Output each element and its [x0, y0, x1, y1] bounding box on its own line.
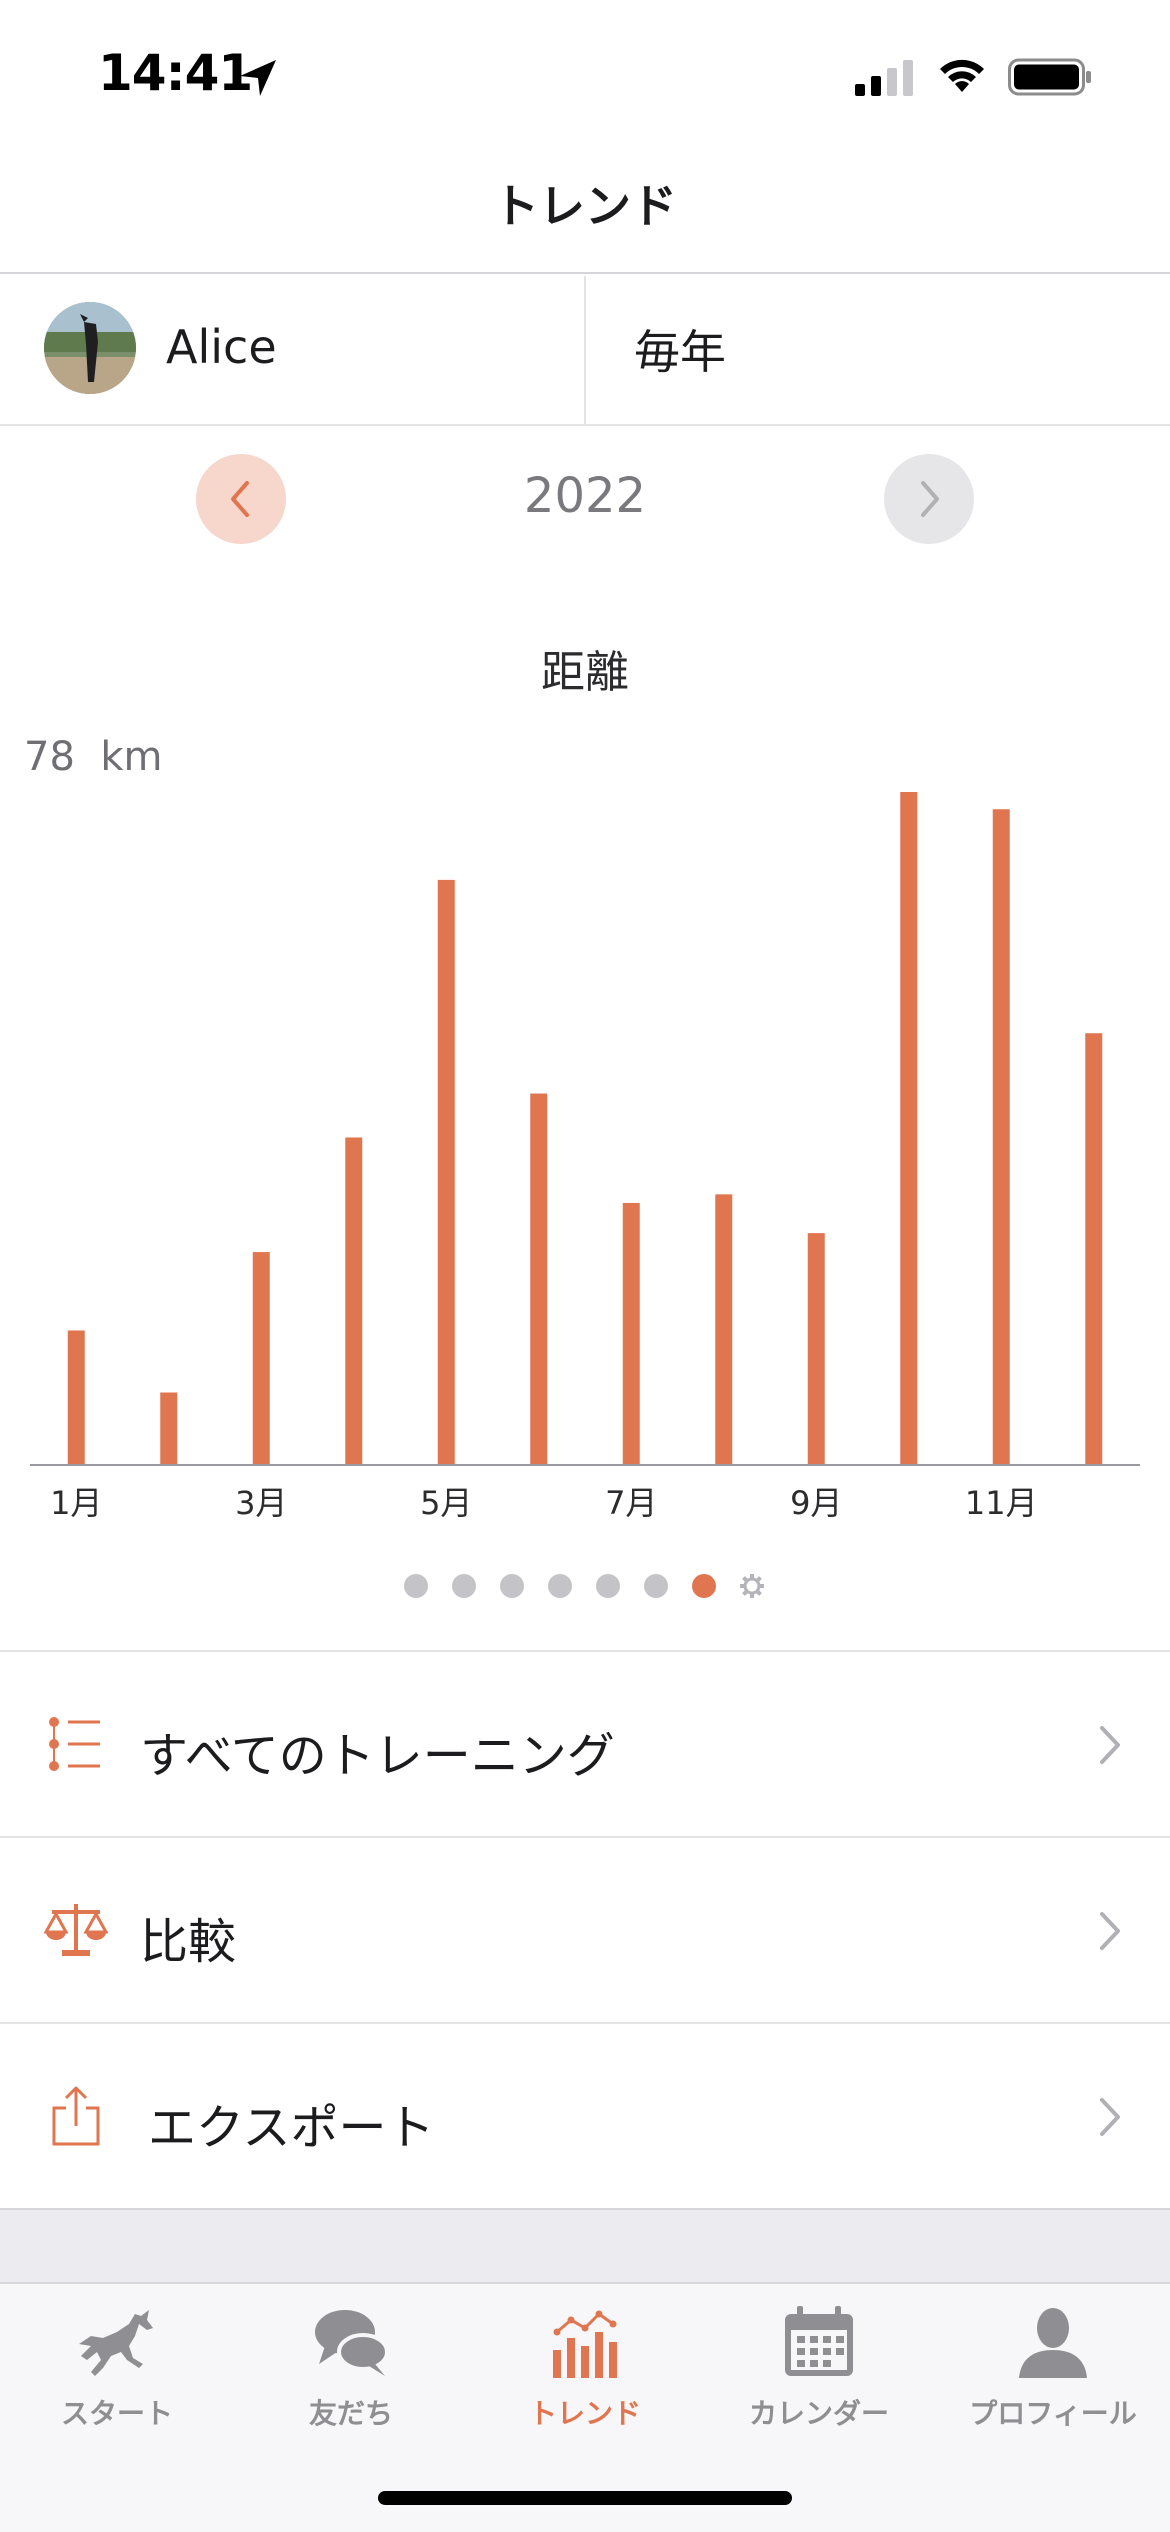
chart-bar-11[interactable] — [992, 809, 1010, 1464]
chart-bar-9[interactable] — [807, 1233, 825, 1464]
year-nav: 2022 — [0, 440, 1170, 560]
page-title: トレンド — [493, 179, 677, 233]
menu-label: エクスポート — [148, 2100, 435, 2156]
chart-bar-4[interactable] — [345, 1137, 363, 1464]
person-icon — [1019, 2308, 1087, 2378]
list-icon — [49, 1717, 100, 1771]
chart-bar-1[interactable] — [67, 1330, 85, 1464]
menu-item-compare[interactable]: 比較 — [0, 1838, 1170, 2022]
avatar — [44, 302, 136, 394]
chart-title: 距離 — [541, 647, 629, 698]
chevron-right-icon — [1100, 1912, 1120, 1950]
selector-divider — [0, 424, 1170, 426]
menu-label: すべてのトレーニング — [140, 1728, 615, 1784]
period-selector[interactable]: 毎年 — [586, 276, 1170, 424]
distance-bar-chart[interactable]: 1月 3月 5月 7月 9月 11月 — [0, 770, 1170, 1530]
status-time: 14:41 — [98, 44, 253, 102]
page-dot[interactable] — [692, 1574, 716, 1598]
page-dot[interactable] — [452, 1574, 476, 1598]
location-arrow-icon — [240, 60, 276, 96]
page-dot[interactable] — [548, 1574, 572, 1598]
menu-label: 比較 — [140, 1914, 237, 1970]
menu-item-export[interactable]: エクスポート — [0, 2024, 1170, 2208]
chat-bubbles-icon — [315, 2310, 389, 2376]
horse-icon — [79, 2310, 153, 2376]
gear-icon[interactable] — [740, 1574, 764, 1598]
header-divider — [0, 272, 1170, 274]
home-indicator — [378, 2491, 792, 2505]
chart-tick-label: 5月 — [420, 1484, 472, 1522]
cellular-signal-icon — [855, 60, 913, 96]
menu-item-all-trainings[interactable]: すべてのトレーニング — [0, 1652, 1170, 1836]
chart-tick-label: 3月 — [235, 1484, 287, 1522]
next-year-button[interactable] — [884, 454, 974, 544]
chart-tick-label: 1月 — [50, 1484, 102, 1522]
share-icon — [52, 2086, 100, 2146]
chevron-right-icon — [1100, 1726, 1120, 1764]
tab-trends[interactable]: トレンド — [468, 2284, 702, 2444]
chart-bar-5[interactable] — [437, 879, 455, 1464]
page-dot[interactable] — [500, 1574, 524, 1598]
tab-friends[interactable]: 友だち — [234, 2284, 468, 2444]
chart-bar-7[interactable] — [622, 1202, 640, 1464]
tab-profile[interactable]: プロフィール — [936, 2284, 1170, 2444]
page-dot[interactable] — [596, 1574, 620, 1598]
chevron-right-icon — [921, 481, 939, 517]
scales-icon — [44, 1904, 108, 1956]
chart-bar-3[interactable] — [252, 1252, 270, 1464]
chart-bar-6[interactable] — [530, 1093, 548, 1464]
tab-label: トレンド — [528, 2397, 641, 2430]
chevron-right-icon — [1100, 2098, 1120, 2136]
chart-bar-12[interactable] — [1085, 1033, 1103, 1464]
period-label: 毎年 — [634, 325, 726, 379]
tab-label: スタート — [60, 2397, 173, 2430]
year-label: 2022 — [523, 468, 647, 524]
page-dot[interactable] — [404, 1574, 428, 1598]
tab-label: プロフィール — [969, 2397, 1137, 2430]
page-dot[interactable] — [644, 1574, 668, 1598]
chart-tick-label: 11月 — [965, 1484, 1038, 1522]
calendar-icon — [785, 2306, 853, 2376]
bar-chart-icon — [553, 2310, 617, 2378]
chart-bar-8[interactable] — [715, 1194, 733, 1464]
tab-calendar[interactable]: カレンダー — [702, 2284, 936, 2444]
user-name: Alice — [166, 320, 277, 374]
page-indicator[interactable] — [0, 1568, 1170, 1608]
chart-tick-label: 7月 — [605, 1484, 657, 1522]
chart-bar-10[interactable] — [900, 792, 918, 1464]
selector-row: Alice 毎年 — [0, 276, 1170, 424]
chart-tick-label: 9月 — [790, 1484, 842, 1522]
tab-label: カレンダー — [748, 2397, 889, 2430]
tab-label: 友だち — [308, 2397, 393, 2430]
user-selector[interactable]: Alice — [0, 276, 584, 424]
content-footer — [0, 2210, 1170, 2282]
chart-bar-2[interactable] — [160, 1392, 178, 1464]
wifi-icon — [940, 59, 984, 92]
tab-start[interactable]: スタート — [0, 2284, 234, 2444]
status-bar: 14:41 — [0, 0, 1170, 150]
battery-icon — [1008, 58, 1091, 96]
